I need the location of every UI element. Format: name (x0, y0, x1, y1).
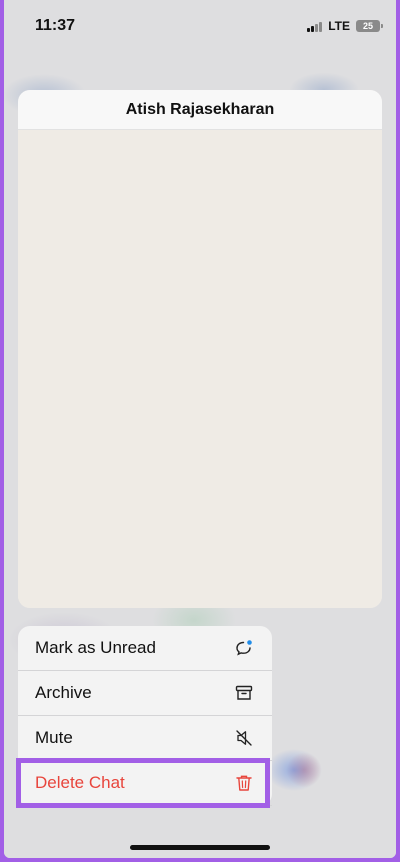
unread-bubble-icon (234, 638, 254, 658)
battery-level: 25 (362, 21, 373, 31)
context-menu: Mark as Unread Archive Mute Delete Chat (16, 626, 272, 808)
archive-box-icon (234, 683, 254, 703)
mark-as-unread-menu-item[interactable]: Mark as Unread (18, 626, 272, 671)
battery-icon: 25 (356, 20, 383, 32)
delete-chat-menu-item[interactable]: Delete Chat (18, 761, 272, 806)
mute-menu-item[interactable]: Mute (18, 716, 272, 761)
speaker-muted-icon (234, 728, 254, 748)
cellular-signal-icon (307, 21, 323, 32)
status-time: 11:37 (35, 17, 76, 34)
chat-preview-header: Atish Rajasekharan (18, 90, 382, 130)
menu-item-label: Delete Chat (35, 773, 125, 792)
network-type-label: LTE (328, 19, 350, 33)
menu-item-label: Mute (35, 728, 73, 747)
home-indicator[interactable] (130, 845, 270, 850)
chat-preview-body (18, 130, 382, 608)
chat-preview-card[interactable]: Atish Rajasekharan (18, 90, 382, 608)
trash-icon (234, 773, 254, 793)
menu-item-label: Mark as Unread (35, 638, 156, 657)
phone-screen: 11:37 LTE 25 Atish Rajasekharan Mark as … (4, 0, 396, 858)
archive-menu-item[interactable]: Archive (18, 671, 272, 716)
contact-name: Atish Rajasekharan (125, 100, 275, 118)
status-indicators: LTE 25 (307, 19, 383, 33)
menu-item-label: Archive (35, 683, 92, 702)
status-bar: 11:37 LTE 25 (4, 0, 396, 54)
